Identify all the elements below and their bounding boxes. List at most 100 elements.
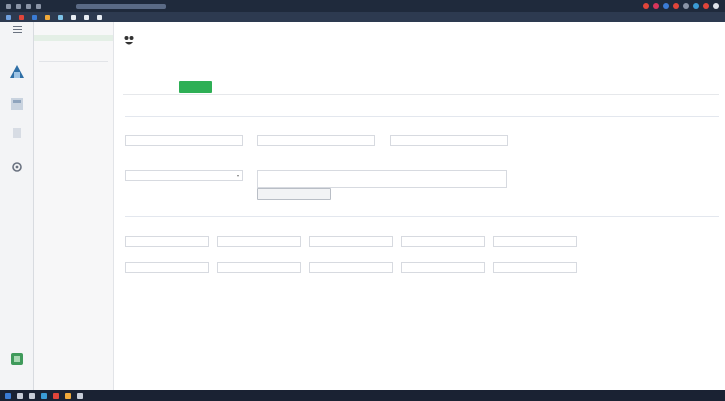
app-icon[interactable] [77,392,83,399]
field-label [401,250,485,255]
textarea-input[interactable] [257,170,507,188]
windows-logo-icon[interactable] [5,392,11,399]
section-divider [125,116,719,117]
field-label [125,123,243,128]
sidebar-divider [39,61,108,62]
browser-extensions [643,3,719,9]
field-label [309,250,393,255]
field-label [217,250,301,255]
extension-icon[interactable] [683,3,689,9]
field-help [493,230,577,234]
bookmark-item[interactable] [6,14,11,20]
app-icon[interactable] [65,392,71,399]
field-label [401,224,485,229]
form-field [493,250,577,273]
bookmark-item[interactable] [45,14,50,20]
field-label [493,250,577,255]
form-field [401,250,485,273]
rail-item-app[interactable] [6,352,28,366]
address-bar[interactable] [76,3,166,9]
app-icon[interactable] [41,392,47,399]
field-help [257,164,507,168]
field-help [309,256,393,260]
form-field [401,224,485,247]
form-field [125,224,209,247]
section-title [125,208,149,213]
subtab-active[interactable] [179,81,213,93]
bookmark-item[interactable] [97,14,102,20]
date-input[interactable] [257,135,375,146]
rail-item-home[interactable] [6,62,28,80]
sidebar-item[interactable] [34,68,113,74]
bookmark-item[interactable] [32,14,37,20]
rail-item-settings[interactable] [6,162,28,172]
text-input[interactable] [125,135,243,146]
text-input[interactable] [309,236,393,247]
field-help [493,256,577,260]
form-field [493,224,577,247]
field-label [125,158,243,163]
action-button[interactable] [257,188,331,200]
extension-icon[interactable] [703,3,709,9]
text-input[interactable] [493,236,577,247]
select-dropdown[interactable]: ▾ [125,170,243,181]
field-help [257,129,375,133]
text-input[interactable] [493,262,577,273]
menu-icon[interactable] [6,26,28,33]
app-tile-icon [11,353,23,365]
profile-avatar[interactable] [713,3,719,9]
field-label [125,224,209,229]
bookmark-item[interactable] [71,14,76,20]
text-input[interactable] [125,236,209,247]
home-icon[interactable] [36,3,41,9]
form-field: ▾ [125,158,243,181]
app-icon[interactable] [53,392,59,399]
extension-icon[interactable] [663,3,669,9]
field-help [309,230,393,234]
task-view-icon[interactable] [29,392,35,399]
hamburger-icon [12,26,22,33]
sidebar-nav [34,22,114,390]
form-field [125,250,209,273]
bookmark-item[interactable] [19,14,24,20]
text-input[interactable] [217,262,301,273]
extension-icon[interactable] [653,3,659,9]
text-input[interactable] [125,262,209,273]
text-input[interactable] [401,262,485,273]
settings-icon [12,162,22,172]
app-icon-rail [0,22,34,390]
field-help [217,256,301,260]
reload-icon[interactable] [26,3,31,9]
section-title [125,108,215,113]
forward-arrow-icon[interactable] [16,3,21,9]
subtab[interactable] [153,83,174,91]
text-input[interactable] [217,236,301,247]
form-field [257,123,375,146]
extension-icon[interactable] [643,3,649,9]
field-label [493,224,577,229]
home-icon [10,65,24,78]
text-input[interactable] [390,135,508,146]
form-field [217,224,301,247]
form-field [257,158,507,188]
form-field [309,224,393,247]
extension-icon[interactable] [673,3,679,9]
sidebar-subitem[interactable] [34,51,113,55]
bookmarks-bar [0,12,725,22]
extension-icon[interactable] [693,3,699,9]
dashboard-icon [11,98,23,110]
bookmark-item[interactable] [58,14,63,20]
text-input[interactable] [309,262,393,273]
rail-item-files[interactable] [6,127,28,139]
rail-item-dashboard[interactable] [6,97,28,111]
field-help [217,230,301,234]
field-label [257,123,375,128]
search-icon[interactable] [17,392,23,399]
subtab[interactable] [123,83,148,91]
text-input[interactable] [401,236,485,247]
sidebar-header [34,22,113,29]
os-taskbar [0,390,725,401]
bookmark-item[interactable] [84,14,89,20]
chevron-down-icon: ▾ [236,173,239,178]
back-arrow-icon[interactable] [6,3,11,9]
